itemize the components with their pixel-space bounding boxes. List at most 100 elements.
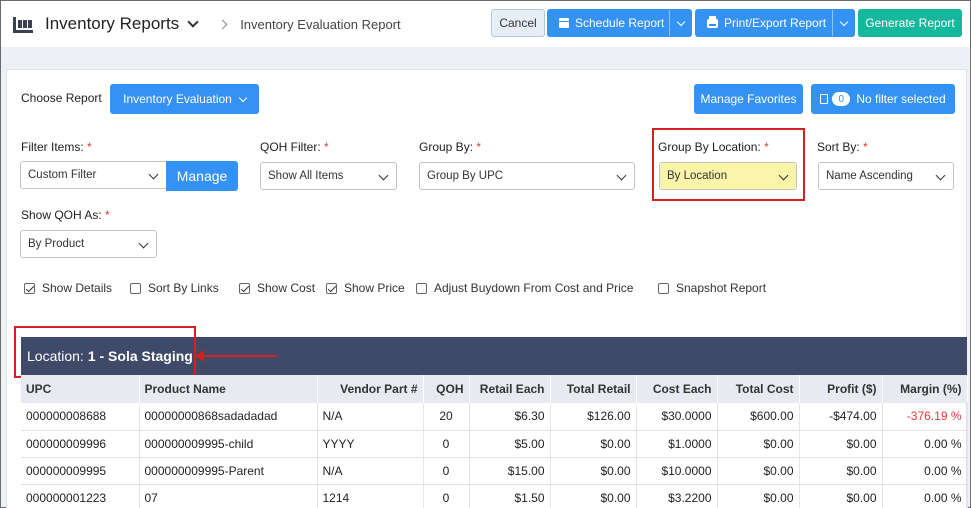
chevron-right-icon [217, 19, 228, 29]
cell-total-cost: $0.00 [717, 457, 800, 485]
col-retail-each[interactable]: Retail Each [469, 375, 551, 403]
cell-vendor-part: YYYY [317, 430, 424, 458]
cell-total-retail: $0.00 [550, 430, 637, 458]
filter-status-label: No filter selected [856, 92, 946, 106]
schedule-label: Schedule Report [575, 16, 665, 30]
breadcrumb: Inventory Evaluation Report [240, 16, 401, 32]
favorites-label: Manage Favorites [700, 92, 797, 106]
report-select-button[interactable]: Inventory Evaluation [110, 84, 259, 114]
printer-icon [707, 15, 718, 28]
manage-filter-button[interactable]: Manage [166, 161, 238, 191]
generate-label: Generate Report [865, 16, 955, 30]
cell-margin: 0.00 % [882, 430, 968, 458]
checkbox-icon[interactable] [130, 282, 141, 294]
manage-favorites-button[interactable]: Manage Favorites [694, 84, 803, 114]
cell-retail-each: $15.00 [469, 457, 551, 485]
cell-qoh: 0 [423, 430, 470, 458]
col-margin[interactable]: Margin (%) [882, 375, 968, 403]
chevron-down-icon [935, 170, 946, 181]
chevron-down-icon [378, 170, 389, 181]
option-sort-by-links[interactable]: Sort By Links [130, 281, 219, 295]
calendar-icon [559, 18, 569, 28]
option-adjust-buydown[interactable]: Adjust Buydown From Cost and Price [416, 281, 633, 295]
chevron-down-icon [138, 238, 149, 249]
chevron-down-icon [616, 170, 627, 181]
table-row: 000000009995 000000009995-Parent N/A 0 $… [21, 457, 968, 485]
cell-total-retail: $0.00 [550, 457, 637, 485]
filter-items-value: Custom Filter [28, 169, 97, 181]
filter-items-label: Filter Items: * [21, 140, 92, 154]
cell-vendor-part: N/A [317, 457, 424, 485]
col-vendor-part[interactable]: Vendor Part # [317, 375, 424, 403]
cell-cost-each: $3.2200 [636, 484, 718, 508]
cell-upc: 000000009996 [21, 430, 140, 458]
checkbox-icon[interactable] [416, 282, 427, 294]
generate-report-button[interactable]: Generate Report [858, 9, 962, 37]
manage-label: Manage [176, 168, 228, 184]
filter-status-button[interactable]: 0 No filter selected [811, 84, 955, 114]
col-upc[interactable]: UPC [21, 375, 140, 403]
table-row: 000000001223 07 1214 0 $1.50 $0.00 $3.22… [21, 484, 968, 508]
sort-by-label: Sort By: * [817, 140, 868, 154]
cell-total-retail: $126.00 [550, 403, 637, 431]
app-title: Inventory Reports [45, 14, 180, 33]
caret-down-icon [676, 17, 685, 26]
option-label: Show Price [344, 281, 405, 295]
cell-total-retail: $0.00 [550, 484, 637, 508]
print-export-button[interactable]: Print/Export Report [695, 9, 855, 37]
col-product-name[interactable]: Product Name [139, 375, 318, 403]
group-by-select[interactable]: Group By UPC [419, 162, 635, 190]
inventory-icon [13, 15, 33, 33]
filter-items-select[interactable]: Custom Filter [20, 161, 167, 189]
cell-product-name: 000000009995-child [139, 430, 318, 458]
table-row: 000000008688 00000000868sadadadad N/A 20… [21, 403, 968, 431]
col-qoh[interactable]: QOH [423, 375, 470, 403]
option-label: Show Details [42, 281, 113, 295]
arrow-left-icon [195, 350, 277, 362]
cell-upc: 000000009995 [21, 457, 140, 485]
checkbox-icon[interactable] [24, 282, 35, 294]
group-by-location-select[interactable]: By Location [659, 162, 797, 190]
cell-margin: 0.00 % [882, 457, 968, 485]
print-dropdown-toggle[interactable] [832, 10, 854, 36]
cell-product-name: 00000000868sadadadad [139, 403, 318, 431]
cell-total-cost: $0.00 [717, 484, 800, 508]
caret-down-icon [238, 93, 248, 102]
option-show-cost[interactable]: Show Cost [239, 281, 315, 295]
checkbox-icon[interactable] [326, 282, 337, 294]
qoh-filter-select[interactable]: Show All Items [260, 162, 397, 190]
cell-cost-each: $30.0000 [636, 403, 718, 431]
option-show-details[interactable]: Show Details [24, 281, 112, 295]
cell-qoh: 0 [423, 484, 470, 508]
option-snapshot-report[interactable]: Snapshot Report [658, 281, 766, 295]
col-profit[interactable]: Profit ($) [799, 375, 883, 403]
schedule-report-button[interactable]: Schedule Report [547, 9, 692, 37]
sort-by-value: Name Ascending [826, 170, 913, 182]
group-by-value: Group By UPC [427, 170, 504, 182]
cell-profit: -$474.00 [799, 403, 883, 431]
chevron-down-icon[interactable] [187, 15, 199, 28]
col-cost-each[interactable]: Cost Each [636, 375, 718, 403]
cell-total-cost: $0.00 [717, 430, 800, 458]
cell-product-name: 000000009995-Parent [139, 457, 318, 485]
show-qoh-select[interactable]: By Product [20, 230, 157, 258]
cancel-button[interactable]: Cancel [491, 9, 545, 37]
cell-product-name: 07 [139, 484, 318, 508]
location-highlight [14, 326, 196, 378]
schedule-dropdown-toggle[interactable] [669, 10, 691, 36]
cell-retail-each: $5.00 [469, 430, 551, 458]
cell-profit: $0.00 [799, 457, 883, 485]
option-label: Adjust Buydown From Cost and Price [434, 281, 634, 295]
checkbox-icon[interactable] [239, 282, 250, 294]
checkbox-icon[interactable] [658, 282, 669, 294]
filter-icon [820, 94, 829, 104]
table-header-row: UPC Product Name Vendor Part # QOH Retai… [21, 375, 968, 403]
col-total-retail[interactable]: Total Retail [550, 375, 637, 403]
group-by-location-value: By Location [667, 170, 728, 182]
col-total-cost[interactable]: Total Cost [717, 375, 800, 403]
sort-by-select[interactable]: Name Ascending [818, 162, 954, 190]
option-show-price[interactable]: Show Price [326, 281, 405, 295]
cell-retail-each: $1.50 [469, 484, 551, 508]
cell-vendor-part: N/A [317, 403, 424, 431]
inventory-table: UPC Product Name Vendor Part # QOH Retai… [21, 375, 968, 508]
